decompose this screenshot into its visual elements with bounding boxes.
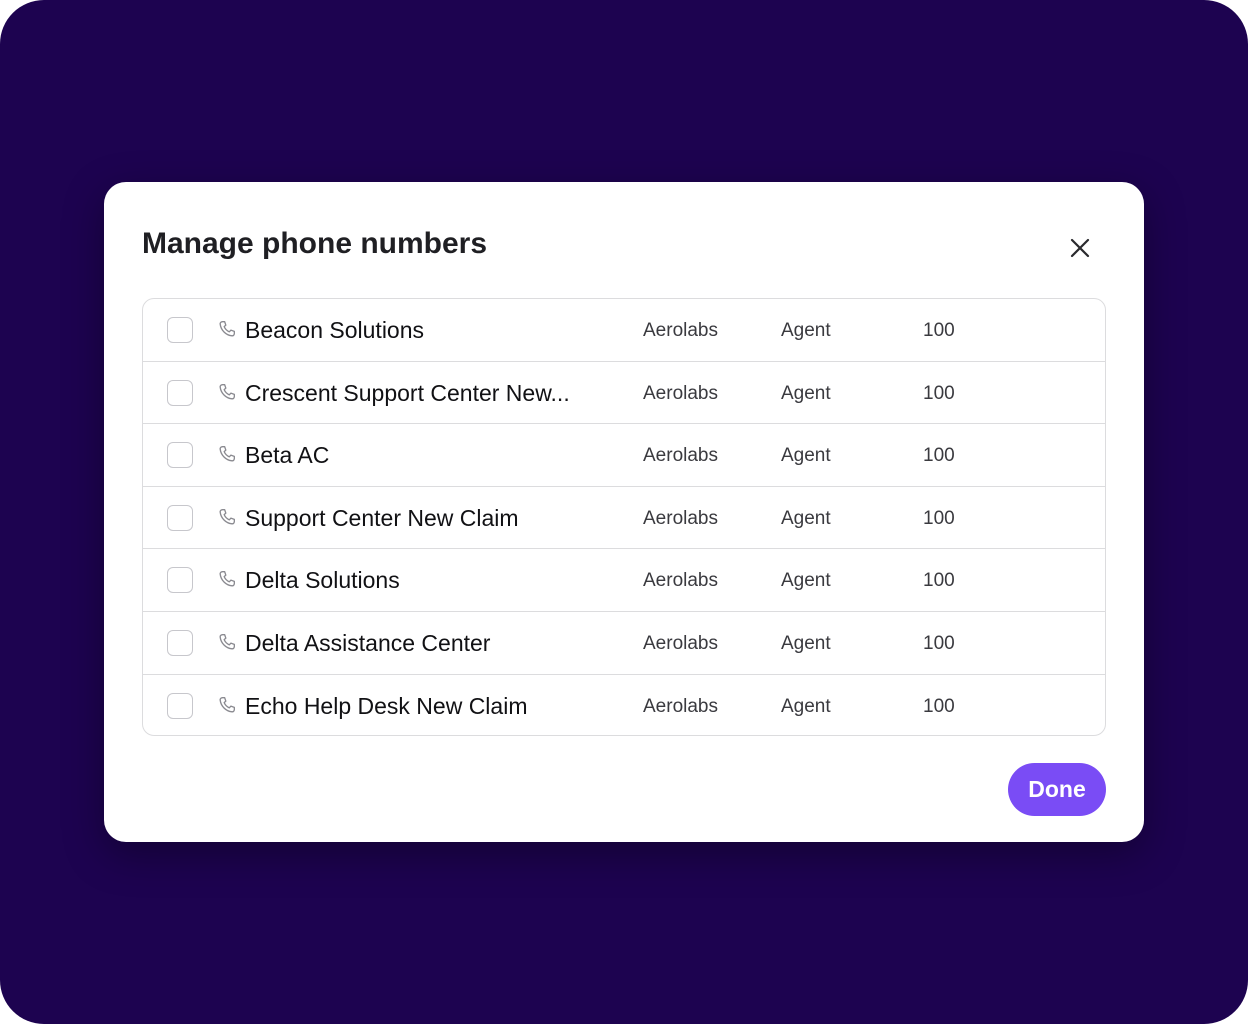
- row-checkbox[interactable]: [167, 379, 193, 406]
- row-checkbox[interactable]: [167, 442, 193, 469]
- role-cell: Agent: [781, 320, 831, 341]
- organization-cell: Aerolabs: [643, 507, 718, 529]
- phone-number-name: Beta AC: [245, 442, 330, 469]
- role-cell: Agent: [781, 632, 831, 654]
- list-item[interactable]: Delta Assistance Center Aerolabs Agent 1…: [143, 612, 1105, 675]
- organization-cell: Aerolabs: [643, 445, 718, 467]
- phone-number-list: Beacon Solutions Aerolabs Agent 100 Cres…: [142, 298, 1106, 736]
- phone-icon: [219, 696, 235, 713]
- list-item[interactable]: Crescent Support Center New... Aerolabs …: [143, 362, 1105, 425]
- phone-number-name: Delta Solutions: [245, 567, 400, 594]
- list-item[interactable]: Beacon Solutions Aerolabs Agent 100: [143, 299, 1105, 362]
- close-icon: [1070, 238, 1090, 258]
- organization-cell: Aerolabs: [643, 695, 718, 717]
- organization-cell: Aerolabs: [643, 570, 718, 592]
- phone-number-name: Crescent Support Center New...: [245, 379, 570, 406]
- phone-icon: [219, 321, 235, 337]
- role-cell: Agent: [781, 507, 831, 529]
- number-cell: 100: [923, 382, 955, 404]
- organization-cell: Aerolabs: [643, 632, 718, 654]
- phone-number-name: Beacon Solutions: [245, 317, 425, 343]
- phone-icon: [219, 571, 235, 587]
- number-cell: 100: [923, 632, 955, 654]
- organization-cell: Aerolabs: [643, 320, 718, 341]
- done-button[interactable]: Done: [1008, 763, 1106, 816]
- row-checkbox[interactable]: [167, 629, 193, 656]
- phone-icon: [219, 383, 235, 400]
- phone-icon: [219, 508, 235, 525]
- number-cell: 100: [923, 320, 955, 341]
- number-cell: 100: [923, 507, 955, 529]
- phone-number-name: Echo Help Desk New Claim: [245, 692, 528, 719]
- number-cell: 100: [923, 695, 955, 717]
- phone-icon: [219, 446, 235, 462]
- row-checkbox[interactable]: [167, 692, 193, 719]
- close-button[interactable]: [1062, 230, 1098, 266]
- list-item[interactable]: Delta Solutions Aerolabs Agent 100: [143, 549, 1105, 612]
- phone-icon: [219, 633, 235, 650]
- row-checkbox[interactable]: [167, 504, 193, 531]
- organization-cell: Aerolabs: [643, 382, 718, 404]
- manage-phone-numbers-dialog: Manage phone numbers Beacon Solutions Ae…: [104, 182, 1144, 842]
- list-item[interactable]: Support Center New Claim Aerolabs Agent …: [143, 487, 1105, 550]
- phone-number-name: Support Center New Claim: [245, 504, 519, 531]
- role-cell: Agent: [781, 570, 831, 592]
- list-item[interactable]: Echo Help Desk New Claim Aerolabs Agent …: [143, 675, 1105, 735]
- dialog-title: Manage phone numbers: [142, 227, 488, 260]
- number-cell: 100: [923, 445, 955, 467]
- number-cell: 100: [923, 570, 955, 592]
- role-cell: Agent: [781, 695, 831, 717]
- role-cell: Agent: [781, 382, 831, 404]
- row-checkbox[interactable]: [167, 567, 193, 594]
- phone-number-name: Delta Assistance Center: [245, 629, 491, 656]
- list-item[interactable]: Beta AC Aerolabs Agent 100: [143, 424, 1105, 487]
- row-checkbox[interactable]: [167, 317, 193, 343]
- role-cell: Agent: [781, 445, 831, 467]
